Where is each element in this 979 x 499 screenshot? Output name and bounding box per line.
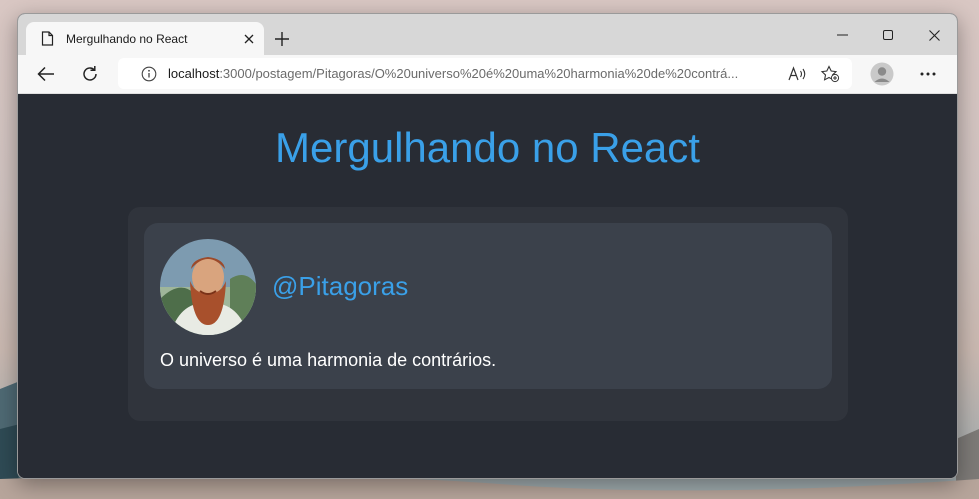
window-close-icon[interactable]	[911, 22, 957, 48]
refresh-icon[interactable]	[76, 60, 104, 88]
close-icon[interactable]	[236, 26, 262, 52]
post-text: O universo é uma harmonia de contrários.	[160, 350, 497, 370]
plus-icon[interactable]	[269, 26, 295, 52]
maximize-icon[interactable]	[865, 22, 911, 48]
url-host: localhost	[168, 66, 220, 81]
info-icon[interactable]	[134, 66, 164, 82]
address-bar[interactable]: localhost:3000/postagem/Pitagoras/O%20un…	[118, 58, 852, 89]
url-text[interactable]: localhost:3000/postagem/Pitagoras/O%20un…	[168, 66, 758, 81]
page-icon	[39, 31, 55, 47]
minimize-icon[interactable]	[819, 22, 865, 48]
post-username[interactable]: @Pitagoras	[272, 271, 408, 302]
post-container: @Pitagoras O universo é uma harmonia de …	[128, 207, 848, 421]
browser-toolbar: localhost:3000/postagem/Pitagoras/O%20un…	[18, 55, 957, 94]
window-controls	[819, 22, 957, 48]
post-card: @Pitagoras O universo é uma harmonia de …	[144, 223, 832, 389]
avatar[interactable]	[160, 239, 256, 335]
more-icon[interactable]	[914, 60, 942, 88]
browser-window: Mergulhando no React localhost:3000/post…	[17, 13, 958, 479]
read-aloud-icon[interactable]	[786, 62, 810, 86]
page-title: Mergulhando no React	[275, 124, 700, 171]
tab-bar: Mergulhando no React	[18, 14, 957, 55]
favorites-icon[interactable]	[818, 62, 842, 86]
profile-icon[interactable]	[868, 60, 896, 88]
url-path: :3000/postagem/Pitagoras/O%20universo%20…	[219, 66, 739, 81]
page-content: Mergulhando no React @Pitagoras O univer…	[18, 94, 957, 478]
tab-title: Mergulhando no React	[66, 31, 188, 46]
browser-tab[interactable]: Mergulhando no React	[26, 22, 264, 55]
back-arrow-icon[interactable]	[32, 60, 60, 88]
